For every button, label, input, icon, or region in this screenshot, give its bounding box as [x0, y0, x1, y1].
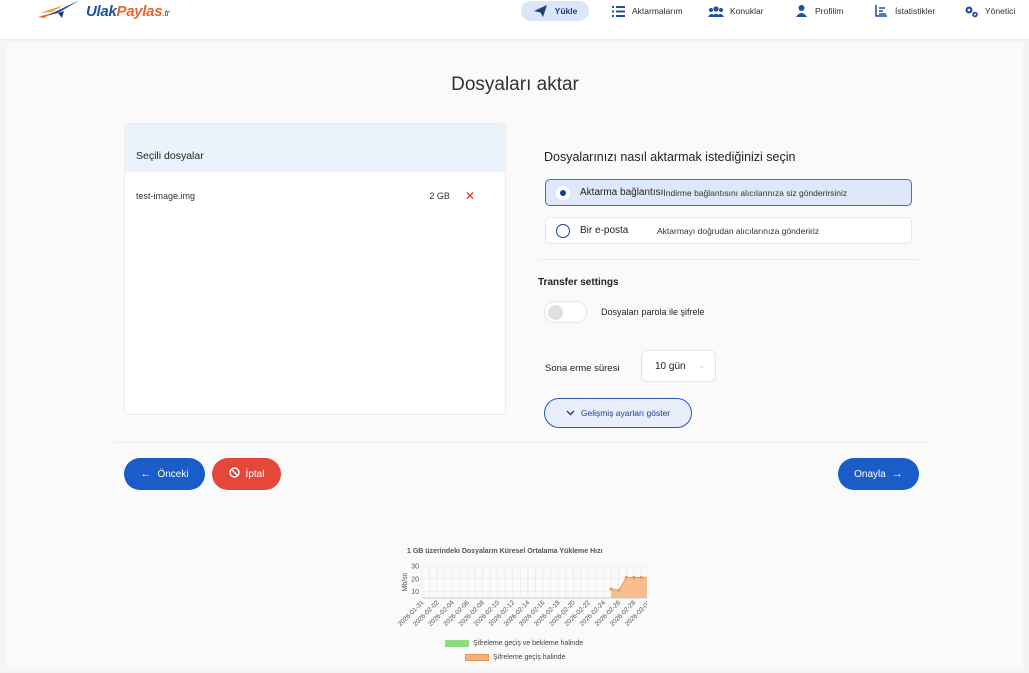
nav-guests[interactable]: Konuklar — [708, 1, 764, 21]
main-panel: Dosyaları aktar Seçili dosyalar test-ima… — [7, 42, 1023, 669]
nav-profile-label: Profilim — [815, 6, 844, 16]
y-tick-label: 20 — [411, 576, 419, 583]
logo-plane-icon — [38, 0, 82, 24]
y-axis-label: Mb/sn — [402, 572, 409, 591]
transfer-method-title: Dosyalarınızı nasıl aktarmak istediğiniz… — [544, 150, 796, 164]
legend-label: Şifreleme geçiş halinde — [493, 654, 566, 661]
arrow-right-icon: → — [891, 468, 903, 480]
logo[interactable]: UlakPaylas.tr — [38, 0, 170, 24]
nav-upload[interactable]: Yükle — [521, 1, 589, 21]
chevron-down-icon — [566, 408, 575, 418]
series-area — [611, 577, 647, 598]
divider — [538, 259, 919, 260]
y-tick-label: 10 — [411, 589, 419, 596]
arrow-left-icon: ← — [140, 468, 152, 480]
option-transfer-link[interactable]: Aktarma bağlantısı İndirme bağlantısını … — [545, 179, 912, 206]
divider — [114, 442, 929, 443]
data-point — [639, 575, 644, 580]
upload-speed-chart: 1 GB üzerindeki Dosyaların Küresel Ortal… — [387, 548, 647, 668]
data-point — [624, 575, 628, 580]
chart-plot: 102030Mb/sn2026-01-312026-02-022026-02-0… — [397, 564, 647, 628]
transfer-settings-title: Transfer settings — [538, 277, 619, 288]
remove-file-icon[interactable]: ✕ — [465, 190, 475, 202]
users-icon — [708, 4, 724, 18]
legend-swatch-orange — [465, 654, 489, 661]
page-title: Dosyaları aktar — [451, 74, 579, 95]
option-description: Aktarmayı doğrudan alıcılarınıza gönderi… — [657, 225, 820, 236]
list-icon — [610, 4, 626, 18]
file-name: test-image.img — [136, 191, 196, 201]
selected-files-card: Seçili dosyalar test-image.img 2 GB ✕ — [124, 123, 506, 415]
option-label: Bir e-posta — [580, 225, 629, 236]
legend-label: Şifreleme geçiş ve bekleme halinde — [473, 640, 584, 647]
brand-name: UlakPaylas.tr — [86, 2, 170, 20]
nav-profile[interactable]: Profilim — [793, 1, 843, 21]
chevron-down-icon: ⌄ — [698, 361, 705, 370]
confirm-button[interactable]: Onayla → — [838, 458, 919, 490]
radio-unselected[interactable] — [556, 223, 570, 238]
expiry-select[interactable]: 10 gün ⌄ — [641, 350, 716, 382]
nav-admin-label: Yönetici — [985, 6, 1016, 16]
confirm-button-label: Onayla — [854, 468, 886, 480]
previous-button[interactable]: ← Önceki — [124, 458, 205, 490]
option-label: Aktarma bağlantısı — [580, 187, 664, 198]
legend-item: Şifreleme geçiş halinde — [465, 654, 565, 661]
selected-files-header: Seçili dosyalar — [125, 124, 505, 172]
chart-title: 1 GB üzerindeki Dosyaların Küresel Ortal… — [407, 548, 603, 555]
nav-guests-label: Konuklar — [730, 6, 764, 16]
expiry-value: 10 gün — [655, 360, 686, 372]
option-description: İndirme bağlantısını alıcılarınıza siz g… — [663, 187, 848, 198]
top-navbar: UlakPaylas.tr Yükle Aktarmalarım Konukla… — [0, 0, 1029, 40]
encrypt-toggle[interactable] — [544, 301, 587, 323]
advanced-settings-label: Gelişmiş ayarları göster — [580, 408, 671, 418]
stats-icon — [873, 4, 889, 18]
user-icon — [793, 4, 809, 18]
option-email[interactable]: Bir e-posta Aktarmayı doğrudan alıcıları… — [545, 217, 912, 244]
radio-selected[interactable] — [556, 185, 570, 200]
cancel-button-label: İptal — [245, 468, 265, 480]
nav-transfers[interactable]: Aktarmalarım — [610, 1, 683, 21]
nav-statistics-label: İstatistikler — [895, 6, 936, 16]
ban-icon — [228, 467, 240, 481]
nav-transfers-label: Aktarmalarım — [632, 6, 683, 16]
data-point — [617, 588, 621, 592]
file-size: 2 GB — [429, 191, 450, 201]
y-tick-label: 30 — [411, 564, 419, 571]
nav-upload-label: Yükle — [554, 6, 578, 16]
legend-item: Şifreleme geçiş ve bekleme halinde — [445, 640, 583, 647]
nav-statistics[interactable]: İstatistikler — [873, 1, 935, 21]
data-point — [609, 587, 613, 591]
gears-icon — [963, 4, 979, 18]
advanced-settings-button[interactable]: Gelişmiş ayarları göster — [544, 398, 692, 428]
encrypt-toggle-label: Dosyaları parola ile şifrele — [601, 307, 705, 317]
legend-swatch-green — [445, 640, 469, 647]
cancel-button[interactable]: İptal — [212, 458, 281, 490]
expiry-label: Sona erme süresi — [545, 363, 620, 374]
paper-plane-icon — [533, 4, 549, 18]
previous-button-label: Önceki — [157, 468, 189, 480]
nav-admin[interactable]: Yönetici — [963, 1, 1015, 21]
file-row: test-image.img 2 GB ✕ — [136, 189, 475, 203]
data-point — [632, 575, 636, 580]
